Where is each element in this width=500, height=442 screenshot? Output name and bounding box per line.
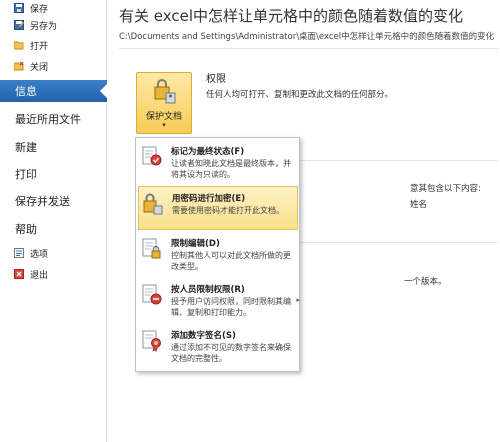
menu-item-title: 标记为最终状态(F)	[171, 147, 245, 157]
versions-text: 一个版本。	[404, 277, 447, 287]
folder-close-icon	[13, 61, 24, 71]
sidebar-item-label: 选项	[30, 249, 49, 260]
inspect-text: 意其包含以下内容:	[410, 184, 481, 194]
menu-item-title: 按人员限制权限(R)	[171, 285, 245, 295]
folder-open-icon	[13, 40, 24, 50]
sidebar-item-recent[interactable]: 最近所用文件	[0, 108, 107, 130]
sidebar-item-new[interactable]: 新建	[0, 136, 107, 158]
protect-document-menu: 标记为最终状态(F) 让读者知晓此文档是最终版本，并将其设为只读的。 用密码进行…	[135, 137, 300, 372]
sidebar-item-label: 关闭	[30, 62, 49, 73]
sidebar-item-label: 打印	[15, 168, 37, 181]
sidebar-item-print[interactable]: 打印	[0, 163, 107, 185]
sidebar-item-save[interactable]: 保存	[0, 0, 107, 16]
permissions-description: 任何人均可打开、复制和更改此文档的任何部分。	[206, 90, 394, 100]
encrypt-lock-icon	[143, 193, 163, 215]
page-title: 有关 excel中怎样让单元格中的颜色随着数值的变化	[119, 7, 463, 25]
menu-item-restrict-editing[interactable]: 限制编辑(D) 控制其他人可以对此文档所做的更改类型。	[138, 232, 298, 276]
divider	[288, 242, 498, 243]
menu-item-digital-signature[interactable]: 添加数字签名(S) 通过添加不可见的数字签名来确保文档的完整性。	[138, 324, 298, 368]
menu-item-description: 控制其他人可以对此文档所做的更改类型。	[171, 251, 291, 271]
menu-item-description: 需要使用密码才能打开此文档。	[172, 206, 284, 215]
menu-item-title: 限制编辑(D)	[171, 239, 220, 249]
divider	[119, 48, 499, 49]
sidebar-item-options[interactable]: 选项	[0, 245, 107, 261]
inspect-text: 姓名	[410, 200, 428, 210]
menu-item-title: 添加数字签名(S)	[171, 331, 236, 341]
backstage-sidebar: 保存 另存为 打开 关闭 信息 最近所用文件 新建 打印 保存并发送 帮助 选项…	[0, 0, 108, 442]
divider	[288, 160, 498, 161]
sidebar-item-open[interactable]: 打开	[0, 37, 107, 53]
sidebar-item-label: 最近所用文件	[15, 113, 81, 126]
sidebar-item-help[interactable]: 帮助	[0, 218, 107, 240]
sidebar-item-label: 保存	[30, 4, 49, 15]
mark-final-icon	[142, 146, 162, 166]
file-path: C:\Documents and Settings\Administrator\…	[119, 32, 495, 42]
sidebar-item-label: 另存为	[30, 21, 58, 32]
menu-item-mark-final[interactable]: 标记为最终状态(F) 让读者知晓此文档是最终版本，并将其设为只读的。	[138, 140, 298, 184]
sidebar-item-exit[interactable]: 退出	[0, 266, 107, 282]
sidebar-item-label: 新建	[15, 141, 37, 154]
save-icon	[14, 3, 24, 13]
save-as-icon	[14, 20, 24, 30]
active-pointer-icon	[100, 83, 108, 99]
exit-icon	[14, 269, 24, 279]
sidebar-item-label: 信息	[15, 85, 37, 98]
lock-key-icon	[154, 79, 176, 104]
options-icon	[14, 248, 24, 258]
sidebar-item-close[interactable]: 关闭	[0, 58, 107, 74]
sidebar-item-label: 帮助	[15, 223, 37, 236]
sidebar-item-label: 退出	[30, 270, 49, 281]
menu-item-encrypt-password[interactable]: 用密码进行加密(E) 需要使用密码才能打开此文档。	[138, 186, 298, 230]
restrict-permission-icon	[142, 284, 162, 305]
menu-item-description: 通过添加不可见的数字签名来确保文档的完整性。	[171, 343, 291, 363]
sidebar-item-save-as[interactable]: 另存为	[0, 17, 107, 33]
sidebar-item-label: 打开	[30, 41, 49, 52]
digital-signature-icon	[142, 330, 161, 352]
menu-item-restrict-permission[interactable]: 按人员限制权限(R) 授予用户访问权限，同时限制其编辑、复制和打印能力。 ▸	[138, 278, 300, 322]
restrict-edit-icon	[142, 238, 161, 259]
menu-item-description: 让读者知晓此文档是最终版本，并将其设为只读的。	[171, 159, 291, 179]
sidebar-item-save-send[interactable]: 保存并发送	[0, 190, 107, 212]
chevron-down-icon: ▾	[162, 121, 166, 129]
protect-document-button[interactable]: 保护文档 ▾	[136, 72, 192, 134]
menu-item-description: 授予用户访问权限，同时限制其编辑、复制和打印能力。	[171, 297, 291, 317]
submenu-arrow-icon: ▸	[296, 296, 300, 304]
permissions-title: 权限	[206, 74, 226, 85]
menu-item-title: 用密码进行加密(E)	[172, 194, 246, 204]
sidebar-item-label: 保存并发送	[15, 195, 70, 208]
sidebar-item-info[interactable]: 信息	[0, 80, 108, 102]
